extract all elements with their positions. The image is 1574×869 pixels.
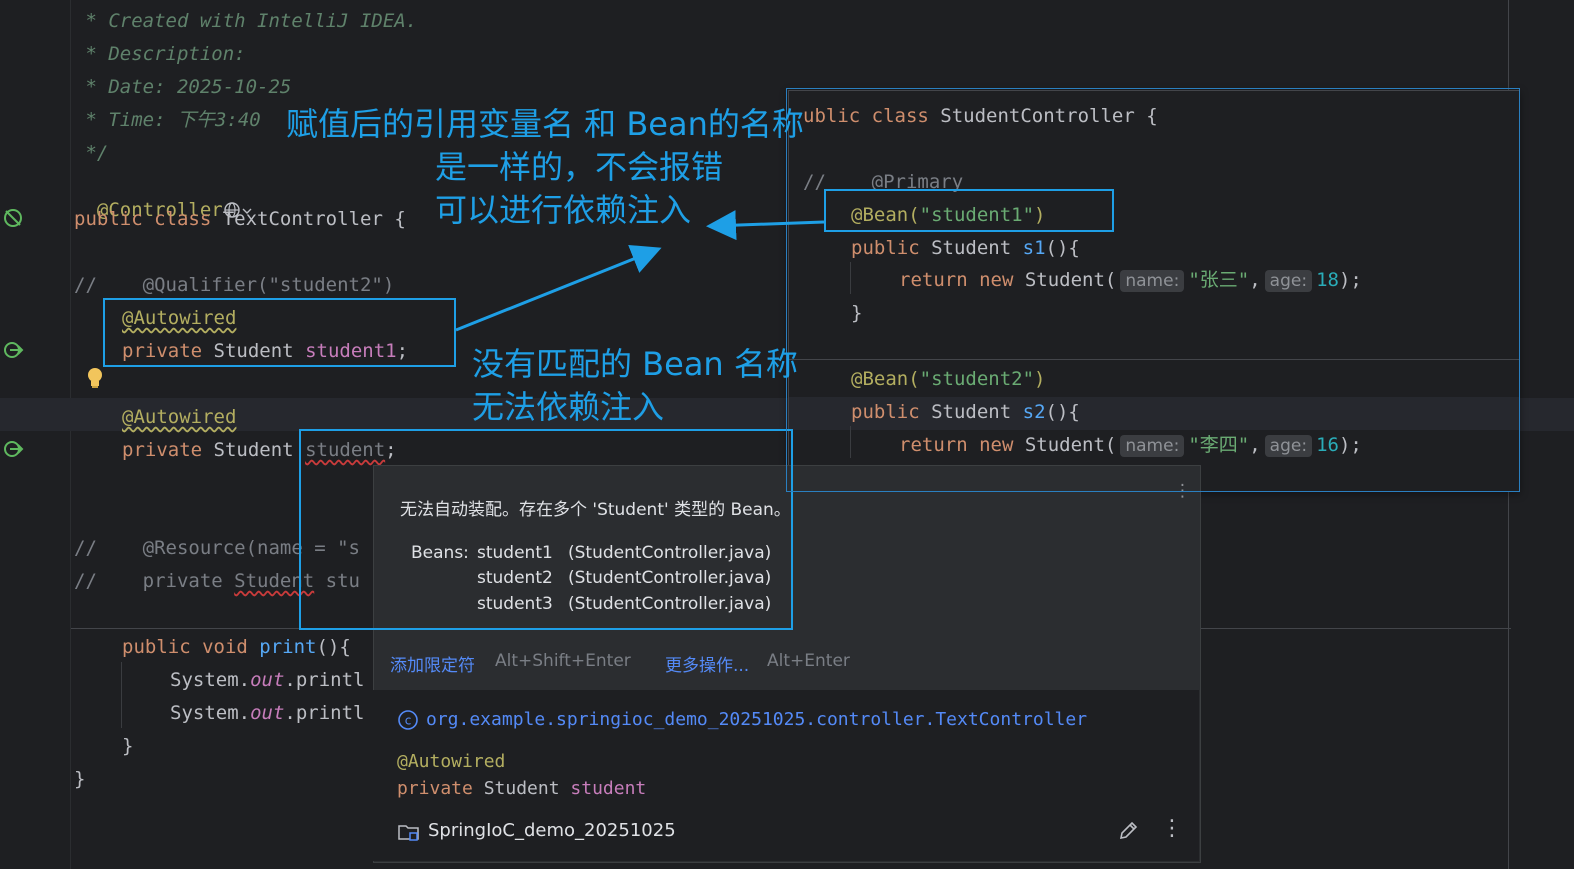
- arrow-from-bean: [706, 210, 825, 241]
- annotation-arrows: [455, 210, 825, 332]
- arrow-to-note: [455, 244, 662, 332]
